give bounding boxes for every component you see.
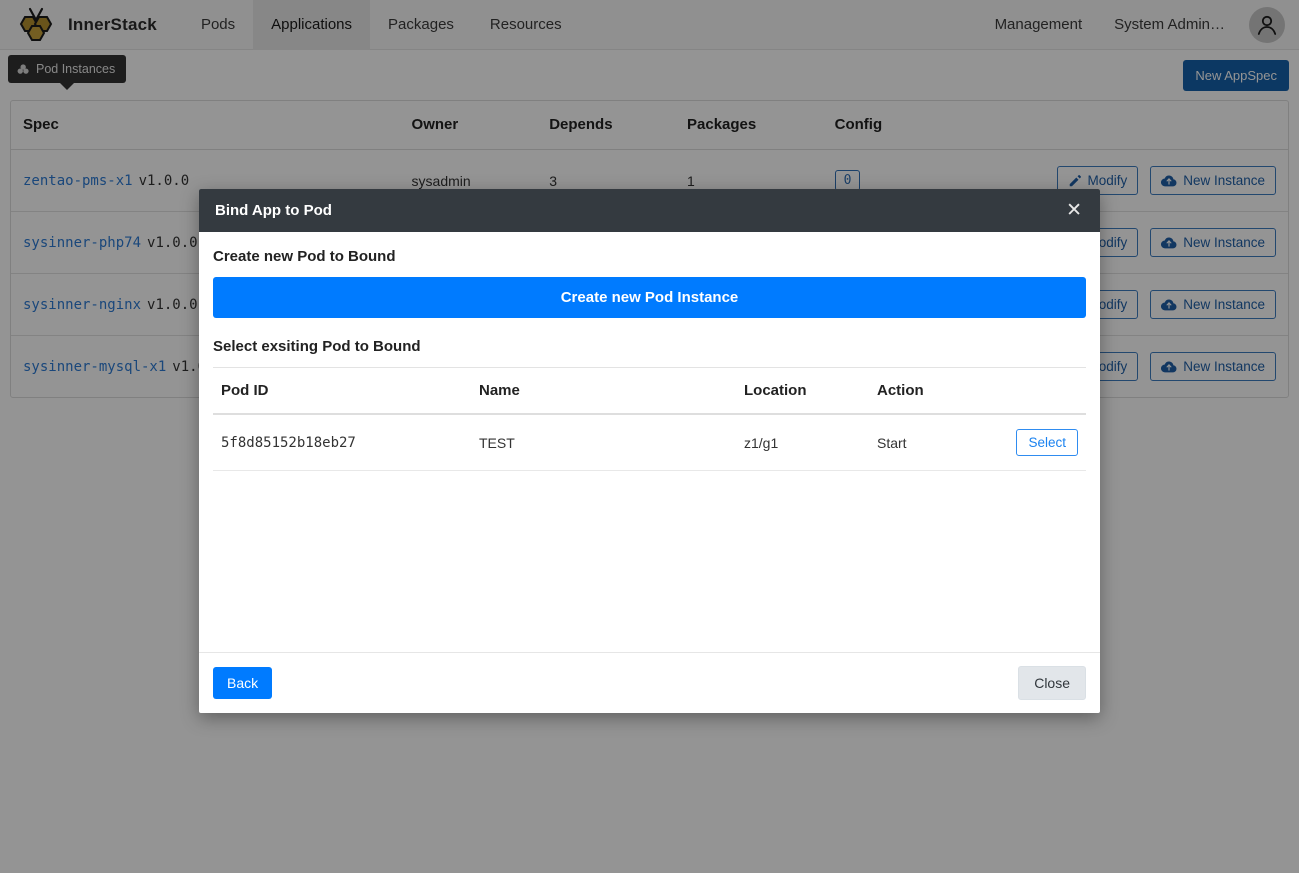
modal-footer: Back Close (199, 652, 1100, 713)
modal-title: Bind App to Pod (215, 202, 332, 219)
modal-header: Bind App to Pod ✕ (199, 189, 1100, 232)
modal-empty-space (213, 471, 1086, 652)
modal-body: Create new Pod to Bound Create new Pod I… (199, 232, 1100, 652)
col-header-name: Name (471, 367, 736, 415)
close-x-icon[interactable]: ✕ (1064, 201, 1084, 220)
pod-table-header-row: Pod ID Name Location Action (213, 367, 1086, 415)
col-header-location: Location (736, 367, 869, 415)
close-button[interactable]: Close (1018, 666, 1086, 700)
back-button[interactable]: Back (213, 667, 273, 699)
cell-pod-action: Start (869, 414, 999, 471)
col-header-action: Action (869, 367, 999, 415)
col-header-select (999, 367, 1086, 415)
create-new-pod-instance-button[interactable]: Create new Pod Instance (213, 277, 1086, 318)
bind-app-to-pod-modal: Bind App to Pod ✕ Create new Pod to Boun… (199, 189, 1100, 713)
col-header-pod-id: Pod ID (213, 367, 471, 415)
cell-pod-select: Select (999, 414, 1086, 471)
pod-select-table: Pod ID Name Location Action 5f8d85152b18… (213, 367, 1086, 471)
table-row: 5f8d85152b18eb27 TEST z1/g1 Start Select (213, 414, 1086, 471)
select-section-label: Select exsiting Pod to Bound (213, 338, 421, 355)
cell-pod-location: z1/g1 (736, 414, 869, 471)
cell-pod-id: 5f8d85152b18eb27 (213, 414, 471, 471)
cell-pod-name: TEST (471, 414, 736, 471)
select-pod-button[interactable]: Select (1016, 429, 1078, 456)
create-section-label: Create new Pod to Bound (213, 248, 396, 265)
